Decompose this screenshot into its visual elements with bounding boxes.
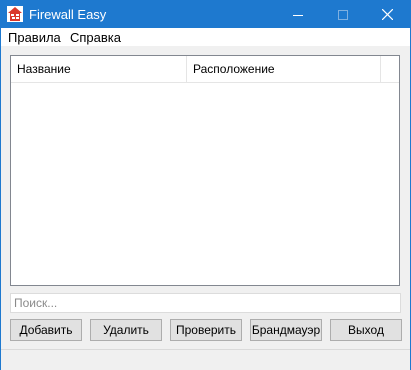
column-header-name[interactable]: Название	[11, 56, 187, 82]
firewall-app-icon	[7, 6, 23, 22]
search-input[interactable]	[10, 293, 401, 313]
exit-button[interactable]: Выход	[330, 319, 402, 341]
list-header: Название Расположение	[11, 56, 399, 83]
minimize-icon	[292, 14, 303, 16]
app-window: Firewall Easy Правила Справка Название Р…	[0, 0, 411, 370]
column-header-location[interactable]: Расположение	[187, 56, 381, 82]
close-button[interactable]	[365, 1, 410, 28]
menu-rules[interactable]: Правила	[6, 30, 63, 45]
check-button[interactable]: Проверить	[170, 319, 242, 341]
firewall-button[interactable]: Брандмауэр	[250, 319, 322, 341]
delete-button[interactable]: Удалить	[90, 319, 162, 341]
maximize-button[interactable]	[320, 1, 365, 28]
title-bar[interactable]: Firewall Easy	[1, 1, 410, 28]
menu-bar: Правила Справка	[1, 28, 410, 46]
status-bar	[1, 349, 410, 370]
close-icon	[382, 9, 393, 20]
window-title: Firewall Easy	[29, 7, 107, 22]
maximize-icon	[337, 9, 348, 20]
rules-list[interactable]: Название Расположение	[10, 55, 400, 286]
menu-help[interactable]: Справка	[68, 30, 123, 45]
minimize-button[interactable]	[275, 1, 320, 28]
add-button[interactable]: Добавить	[10, 319, 82, 341]
